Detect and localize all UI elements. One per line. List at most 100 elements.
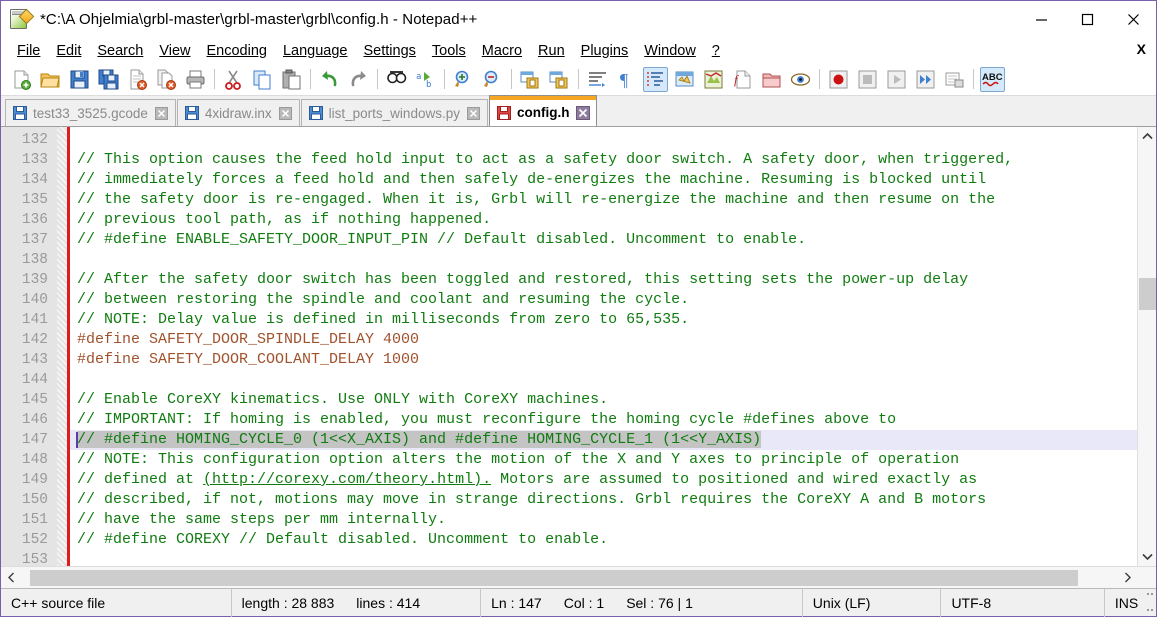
save-icon[interactable] [67, 67, 92, 92]
svg-text:a: a [416, 72, 421, 82]
stop-macro-icon[interactable] [855, 67, 880, 92]
save-macro-icon[interactable] [942, 67, 967, 92]
editor-pane[interactable]: 132 133 134 135 136 137 138 139 140 141 … [1, 127, 1137, 566]
menu-item-view[interactable]: View [151, 41, 198, 61]
vertical-scroll-thumb[interactable] [1138, 278, 1156, 310]
redo-icon[interactable] [346, 67, 371, 92]
tab-label: test33_3525.gcode [33, 105, 148, 121]
code-line: #define SAFETY_DOOR_SPINDLE_DELAY 4000 [77, 331, 420, 348]
save-all-icon[interactable] [96, 67, 121, 92]
scroll-right-icon[interactable] [1117, 568, 1137, 588]
line-number: 146 [21, 412, 48, 428]
code-line: // This option causes the feed hold inpu… [77, 151, 1014, 168]
find-icon[interactable] [384, 67, 409, 92]
code-line-link: // defined at (http://corexy.com/theory.… [70, 470, 1137, 490]
indent-guide-icon[interactable] [643, 66, 668, 92]
sync-horizontal-scroll-icon[interactable] [547, 67, 572, 92]
horizontal-scrollbar[interactable] [1, 566, 1156, 589]
paste-icon[interactable] [279, 67, 304, 92]
line-number: 151 [21, 512, 48, 528]
replace-icon[interactable]: ab [413, 67, 438, 92]
status-eol-format[interactable]: Unix (LF) [803, 588, 942, 617]
menu-item-search[interactable]: Search [89, 41, 151, 61]
scroll-down-icon[interactable] [1138, 547, 1157, 566]
line-number: 139 [21, 272, 48, 288]
status-encoding[interactable]: UTF-8 [941, 588, 1105, 617]
close-document-button[interactable]: X [1137, 41, 1146, 57]
menu-item-help[interactable]: ? [704, 41, 728, 61]
menu-tools-label: Tools [431, 42, 466, 59]
horizontal-scroll-thumb[interactable] [30, 569, 1078, 586]
zoom-out-icon[interactable] [480, 67, 505, 92]
document-map-icon[interactable] [701, 67, 726, 92]
spell-check-icon[interactable]: ABC [980, 66, 1005, 92]
tab-close-icon[interactable] [278, 106, 293, 121]
line-number: 140 [21, 292, 48, 308]
menu-item-settings[interactable]: Settings [355, 41, 423, 61]
print-icon[interactable] [183, 67, 208, 92]
folder-as-workspace-icon[interactable] [759, 67, 784, 92]
play-macro-icon[interactable] [884, 67, 909, 92]
status-file-type: C++ source file [1, 588, 232, 617]
vertical-scrollbar[interactable] [1137, 127, 1156, 566]
menu-item-language[interactable]: Language [275, 41, 356, 61]
menu-item-encoding[interactable]: Encoding [199, 41, 275, 61]
tab-close-icon[interactable] [575, 105, 590, 120]
status-insert-mode[interactable]: INS [1105, 589, 1138, 617]
code-text[interactable]: // This option causes the feed hold inpu… [70, 127, 1137, 566]
minimize-button[interactable] [1018, 1, 1064, 38]
cut-icon[interactable] [221, 67, 246, 92]
tab-list_ports_windows-py[interactable]: list_ports_windows.py [300, 99, 488, 126]
fold-margin[interactable] [57, 127, 67, 566]
menu-edit-label: Edit [56, 42, 82, 59]
scroll-left-icon[interactable] [1, 568, 21, 588]
line-number: 149 [21, 472, 48, 488]
show-all-characters-icon[interactable]: ¶ [614, 67, 639, 92]
menu-item-edit[interactable]: Edit [48, 41, 89, 61]
record-macro-icon[interactable] [826, 67, 851, 92]
tab-4xidraw-inx[interactable]: 4xidraw.inx [176, 99, 300, 126]
tab-close-icon[interactable] [154, 106, 169, 121]
open-file-icon[interactable] [38, 67, 63, 92]
sync-vertical-scroll-icon[interactable] [518, 67, 543, 92]
window-controls [1018, 1, 1156, 38]
menu-item-file[interactable]: File [9, 41, 48, 61]
function-list-icon[interactable]: f [730, 67, 755, 92]
menu-item-macro[interactable]: Macro [474, 41, 530, 61]
menu-item-run[interactable]: Run [530, 41, 573, 61]
menu-item-tools[interactable]: Tools [424, 41, 474, 61]
line-number: 133 [21, 152, 48, 168]
svg-text:b: b [426, 80, 431, 90]
tab-close-icon[interactable] [466, 106, 481, 121]
tab-label: config.h [516, 105, 570, 120]
close-button[interactable] [1110, 1, 1156, 38]
maximize-button[interactable] [1064, 1, 1110, 38]
user-defined-language-icon[interactable] [672, 67, 697, 92]
resize-grip-icon[interactable] [1138, 589, 1156, 617]
zoom-in-icon[interactable] [451, 67, 476, 92]
undo-icon[interactable] [317, 67, 342, 92]
copy-icon[interactable] [250, 67, 275, 92]
tab-config-h[interactable]: config.h [488, 95, 598, 126]
scroll-up-icon[interactable] [1138, 127, 1157, 146]
code-line: // between restoring the spindle and coo… [77, 291, 690, 308]
menu-item-window[interactable]: Window [636, 41, 704, 61]
vertical-scroll-track[interactable] [1137, 146, 1156, 547]
monitoring-icon[interactable] [788, 67, 813, 92]
tab-test33_3525-gcode[interactable]: test33_3525.gcode [5, 99, 176, 126]
new-file-icon[interactable] [9, 67, 34, 92]
menu-item-plugins[interactable]: Plugins [573, 41, 637, 61]
close-file-icon[interactable] [125, 67, 150, 92]
close-all-icon[interactable] [154, 67, 179, 92]
tab-label: 4xidraw.inx [204, 105, 272, 121]
line-number: 137 [21, 232, 48, 248]
run-macro-multiple-icon[interactable] [913, 67, 938, 92]
word-wrap-icon[interactable] [585, 67, 610, 92]
menu-macro-label: Macro [481, 42, 523, 59]
horizontal-scroll-track[interactable] [21, 567, 1117, 588]
title-bar: *C:\A Ohjelmia\grbl-master\grbl-master\g… [1, 1, 1156, 38]
toolbar-separator [578, 69, 579, 89]
code-line: #define SAFETY_DOOR_COOLANT_DELAY 1000 [77, 351, 420, 368]
hyperlink-corexy[interactable]: (http://corexy.com/theory.html). [203, 471, 491, 488]
